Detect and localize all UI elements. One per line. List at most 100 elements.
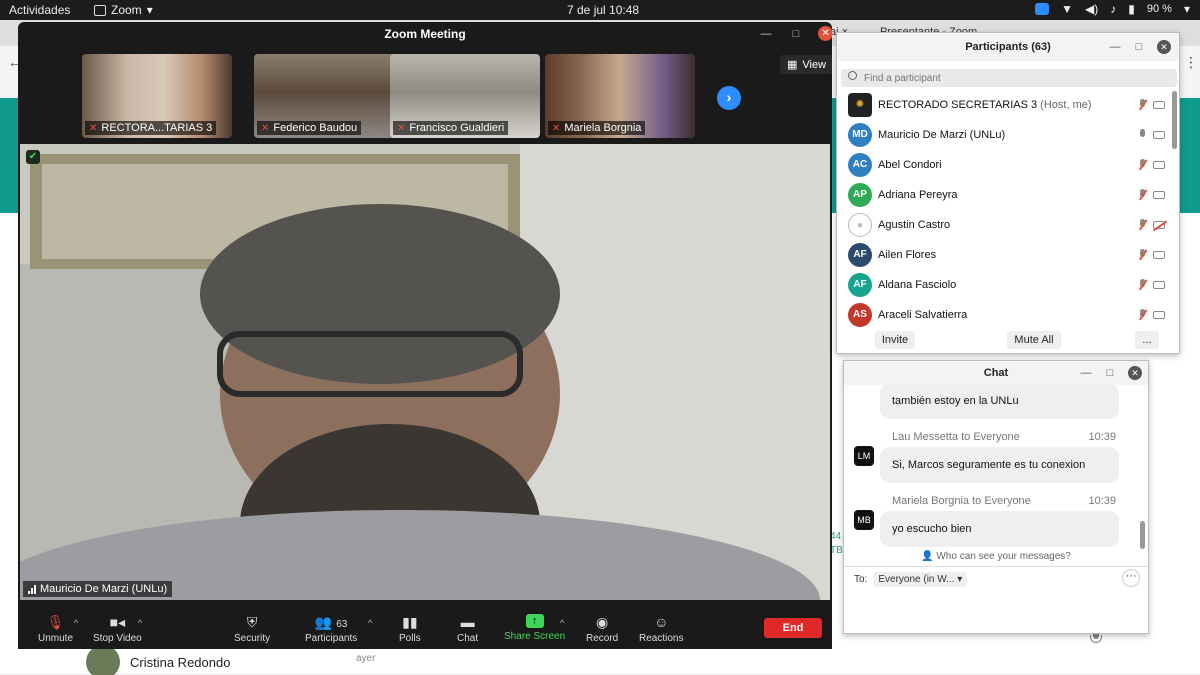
- contact-name: Cristina Redondo: [130, 654, 231, 670]
- maximize-icon[interactable]: □: [1133, 41, 1145, 53]
- speaker-name-tag: Mauricio De Marzi (UNLu): [23, 581, 173, 597]
- end-meeting-button[interactable]: End: [764, 618, 822, 638]
- avatar: AS: [848, 303, 872, 327]
- video-thumbnail[interactable]: ✕ RECTORA...TARIAS 3: [82, 54, 232, 138]
- next-page-button[interactable]: ›: [717, 86, 741, 110]
- security-button[interactable]: ⛨ Security: [234, 614, 270, 644]
- avatar: ✺: [848, 93, 872, 117]
- minimize-icon[interactable]: —: [758, 28, 774, 40]
- mic-icon: [1138, 129, 1147, 140]
- participant-row[interactable]: AC Abel Condori: [837, 150, 1179, 180]
- chat-message-bubble: también estoy en la UNLu: [880, 385, 1119, 419]
- participant-row[interactable]: AP Adriana Pereyra: [837, 180, 1179, 210]
- more-options-button[interactable]: ...: [1135, 331, 1159, 349]
- thumbnail-name-tag: ✕ RECTORA...TARIAS 3: [85, 121, 217, 135]
- participant-status-icons: [1138, 219, 1165, 230]
- video-thumbnail[interactable]: ✕ Federico Baudou: [254, 54, 404, 138]
- system-tray[interactable]: ▼ ◀) ♪ ▮ 90 % ▾: [1035, 2, 1190, 16]
- maximize-icon[interactable]: □: [788, 28, 804, 40]
- people-icon: 👥 63: [314, 614, 348, 630]
- participant-list: ✺ RECTORADO SECRETARIAS 3 (Host, me) MD …: [837, 90, 1179, 330]
- participant-search-input[interactable]: [841, 69, 1177, 87]
- who-can-see-link[interactable]: 👤 Who can see your messages?: [844, 551, 1148, 562]
- participant-status-icons: [1138, 309, 1165, 320]
- mic-muted-icon: ✕: [89, 122, 98, 134]
- unmute-button[interactable]: 🎙 Unmute: [38, 614, 73, 644]
- zoom-app-icon: [94, 4, 106, 16]
- mic-muted-icon: ✕: [261, 122, 270, 134]
- video-thumbnail[interactable]: ✕ Francisco Gualdieri: [390, 54, 540, 138]
- chat-recipient: To: Everyone (in W... ▾: [854, 572, 968, 587]
- activities-button[interactable]: Actividades: [9, 3, 70, 17]
- zoom-tray-icon[interactable]: [1035, 3, 1050, 15]
- mic-muted-icon: [1138, 99, 1147, 110]
- participants-panel: Participants (63) — □ ✕ ✺ RECTORADO SECR…: [836, 32, 1180, 354]
- participant-row[interactable]: AS Araceli Salvatierra: [837, 300, 1179, 330]
- participant-status-icons: [1138, 159, 1165, 170]
- to-label: To:: [854, 574, 868, 585]
- close-icon[interactable]: ✕: [1157, 40, 1171, 54]
- avatar: ●: [848, 213, 872, 237]
- participant-row[interactable]: ✺ RECTORADO SECRETARIAS 3 (Host, me): [837, 90, 1179, 120]
- participants-footer: Invite Mute All ...: [837, 329, 1179, 353]
- mute-all-button[interactable]: Mute All: [1007, 331, 1061, 349]
- wifi-icon: ▼: [1061, 2, 1074, 16]
- camera-icon: [1153, 250, 1165, 259]
- participant-row[interactable]: MD Mauricio De Marzi (UNLu): [837, 120, 1179, 150]
- audio-options-caret[interactable]: ^: [74, 618, 78, 628]
- minimize-icon[interactable]: —: [1109, 41, 1121, 53]
- maximize-icon[interactable]: □: [1104, 367, 1116, 379]
- chat-messages[interactable]: también estoy en la UNLu Lau Messetta to…: [844, 385, 1148, 549]
- video-options-caret[interactable]: ^: [138, 618, 142, 628]
- record-icon: ◉: [596, 614, 609, 630]
- participant-name: Abel Condori: [878, 159, 942, 171]
- chat-message-meta: Lau Messetta to Everyone 10:39: [892, 431, 1116, 443]
- record-button[interactable]: ◉ Record: [586, 614, 618, 644]
- camera-icon: [1153, 160, 1165, 169]
- stop-video-button[interactable]: ■◂ Stop Video: [93, 614, 142, 644]
- avatar: MD: [848, 123, 872, 147]
- video-thumbnail[interactable]: ✕ Mariela Borgnia: [545, 54, 695, 138]
- chat-scrollbar[interactable]: [1140, 521, 1145, 549]
- participant-status-icons: [1138, 279, 1165, 290]
- thumbnail-strip: ✕ RECTORA...TARIAS 3 ✕ Federico Baudou ✕…: [18, 52, 832, 142]
- participant-row[interactable]: ● Agustin Castro: [837, 210, 1179, 240]
- clock[interactable]: 7 de jul 10:48: [567, 3, 639, 17]
- panel-controls: — □ ✕: [1080, 366, 1142, 380]
- polls-button[interactable]: ▮▮ Polls: [399, 614, 421, 644]
- chat-message-meta: Mariela Borgnia to Everyone 10:39: [892, 495, 1116, 507]
- reactions-button[interactable]: ☺ Reactions: [639, 614, 683, 644]
- mic-muted-icon: ✕: [552, 122, 561, 134]
- active-speaker-video[interactable]: ✔ Mauricio De Marzi (UNLu): [20, 144, 830, 600]
- chat-button[interactable]: ▬ Chat: [457, 614, 478, 644]
- recipient-select[interactable]: Everyone (in W... ▾: [873, 572, 968, 587]
- background-contact-row[interactable]: Cristina Redondo ayer: [86, 645, 375, 675]
- smiley-plus-icon: ☺: [654, 614, 669, 630]
- thumbnail-name-tag: ✕ Francisco Gualdieri: [393, 121, 509, 135]
- video-camera-icon: ■◂: [109, 614, 126, 630]
- close-icon[interactable]: ✕: [1128, 366, 1142, 380]
- mic-muted-icon: ✕: [397, 122, 406, 134]
- share-options-caret[interactable]: ^: [560, 618, 564, 628]
- close-icon[interactable]: ✕: [818, 26, 832, 41]
- meeting-toolbar: 🎙 Unmute ^ ■◂ Stop Video ^ ⛨ Security 👥 …: [18, 606, 832, 649]
- participant-status-icons: [1138, 99, 1165, 110]
- participants-options-caret[interactable]: ^: [368, 618, 372, 628]
- participant-row[interactable]: AF Aldana Fasciolo: [837, 270, 1179, 300]
- participant-list-scrollbar[interactable]: [1172, 91, 1177, 149]
- avatar: AF: [848, 243, 872, 267]
- minimize-icon[interactable]: —: [1080, 367, 1092, 379]
- system-top-bar: Actividades Zoom ▾ 7 de jul 10:48 ▼ ◀) ♪…: [0, 0, 1200, 20]
- participants-button[interactable]: 👥 63 Participants: [305, 614, 357, 644]
- chevron-right-icon: ›: [726, 89, 732, 105]
- chat-more-button[interactable]: ···: [1122, 569, 1140, 587]
- mic-muted-icon: [1138, 279, 1147, 290]
- menu-dots-icon[interactable]: ⋮: [1184, 54, 1198, 71]
- invite-button[interactable]: Invite: [875, 331, 915, 349]
- view-button[interactable]: ▦ View: [780, 55, 832, 74]
- share-screen-button[interactable]: ↑ Share Screen: [504, 614, 565, 642]
- participant-row[interactable]: AF Ailen Flores: [837, 240, 1179, 270]
- app-menu[interactable]: Zoom ▾: [94, 3, 153, 17]
- signal-bars-icon: [28, 584, 36, 594]
- participant-status-icons: [1138, 249, 1165, 260]
